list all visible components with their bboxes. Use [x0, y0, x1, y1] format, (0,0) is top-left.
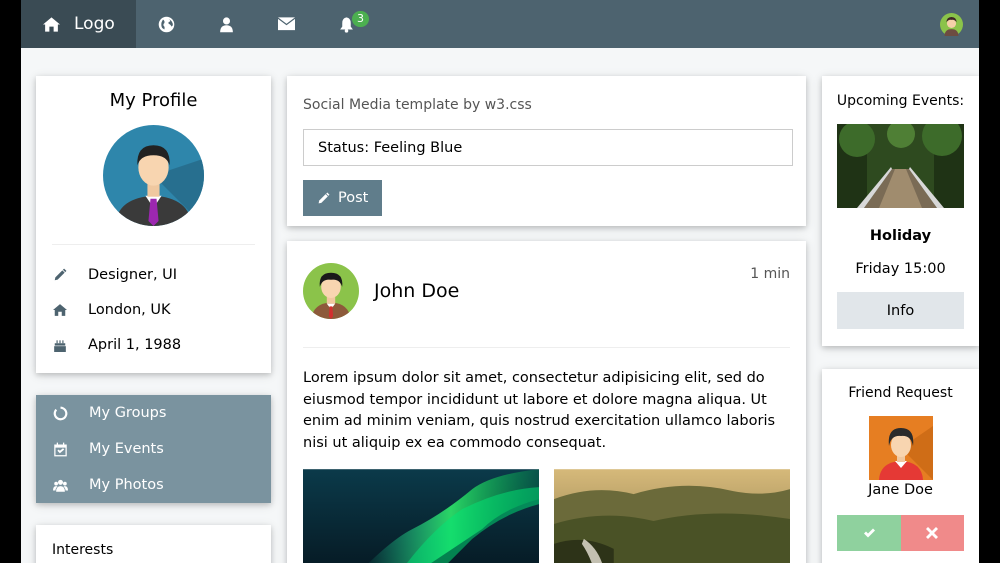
envelope-icon — [277, 16, 295, 30]
notification-badge: 3 — [352, 11, 369, 27]
globe-icon — [158, 16, 174, 32]
home-icon — [53, 303, 67, 316]
user-icon — [219, 16, 233, 32]
event-info-button[interactable]: Info — [837, 292, 964, 329]
interests-card: Interests — [36, 525, 271, 563]
calendar-check-icon — [54, 442, 67, 456]
menu-item-groups[interactable]: My Groups — [36, 395, 271, 431]
post-image-valley[interactable] — [554, 469, 790, 563]
event-image[interactable] — [837, 124, 964, 208]
circle-notch-icon — [53, 406, 68, 420]
users-icon — [53, 479, 68, 492]
profile-title: My Profile — [109, 90, 198, 111]
menu-item-photos[interactable]: My Photos — [36, 467, 271, 503]
post-header: John Doe 1 min — [287, 241, 806, 319]
check-icon — [863, 528, 875, 538]
profile-role-row: Designer, UI — [36, 257, 271, 292]
friend-request-actions — [837, 515, 964, 551]
menu-item-photos-label: My Photos — [89, 477, 164, 493]
friend-request-title: Friend Request — [848, 385, 953, 401]
logo-label: Logo — [74, 14, 115, 34]
nav-account-avatar[interactable] — [931, 0, 971, 48]
post-button-label: Post — [338, 190, 369, 206]
menu-item-events-label: My Events — [89, 441, 164, 457]
status-input[interactable] — [303, 129, 793, 166]
profile-birthday: April 1, 1988 — [88, 336, 182, 353]
profile-birthday-row: April 1, 1988 — [36, 327, 271, 362]
friend-request-card: Friend Request Jane Doe — [822, 369, 979, 563]
decline-friend-button[interactable] — [900, 515, 964, 551]
avatar — [303, 263, 359, 319]
post-card: John Doe 1 min Lorem ipsum dolor sit ame… — [287, 241, 806, 563]
event-time: Friday 15:00 — [855, 261, 946, 277]
friend-name: Jane Doe — [868, 482, 933, 498]
post-image-aurora[interactable] — [303, 469, 539, 563]
home-icon — [43, 16, 60, 32]
avatar — [939, 12, 963, 36]
accept-friend-button[interactable] — [837, 515, 901, 551]
pencil-icon — [318, 192, 330, 203]
post-button[interactable]: Post — [303, 180, 382, 216]
profile-menu: My Groups My Events My Photos — [36, 395, 271, 503]
profile-location: London, UK — [88, 301, 171, 318]
post-author[interactable]: John Doe — [374, 280, 459, 302]
profile-avatar — [103, 125, 204, 226]
event-name: Holiday — [869, 228, 932, 244]
status-card: Social Media template by w3.css Post — [287, 76, 806, 226]
nav-globe-button[interactable] — [136, 0, 196, 48]
nav-logo-link[interactable]: Logo — [21, 0, 136, 48]
birthday-cake-icon — [54, 339, 66, 352]
status-caption: Social Media template by w3.css — [303, 97, 532, 113]
events-title: Upcoming Events: — [836, 93, 965, 109]
profile-role: Designer, UI — [88, 266, 178, 283]
nav-account-button[interactable] — [196, 0, 256, 48]
times-icon — [926, 527, 939, 539]
menu-item-groups-label: My Groups — [89, 405, 167, 421]
profile-location-row: London, UK — [36, 292, 271, 327]
profile-card: My Profile Designer, UI London, UK April… — [36, 76, 271, 373]
interests-title: Interests — [52, 542, 114, 558]
pencil-icon — [54, 268, 67, 280]
menu-item-events[interactable]: My Events — [36, 431, 271, 467]
post-time: 1 min — [750, 266, 790, 282]
friend-avatar[interactable] — [868, 416, 933, 480]
post-body: Lorem ipsum dolor sit amet, consectetur … — [303, 370, 776, 451]
top-navbar: Logo 3 — [21, 0, 979, 48]
nav-notifications-button[interactable]: 3 — [316, 0, 376, 48]
events-card: Upcoming Events: Holiday Friday 15:00 In… — [822, 76, 979, 346]
nav-messages-button[interactable] — [256, 0, 316, 48]
post-images — [303, 469, 790, 563]
app-frame: Logo 3 My Profile Designer, UI London, U… — [21, 0, 979, 563]
